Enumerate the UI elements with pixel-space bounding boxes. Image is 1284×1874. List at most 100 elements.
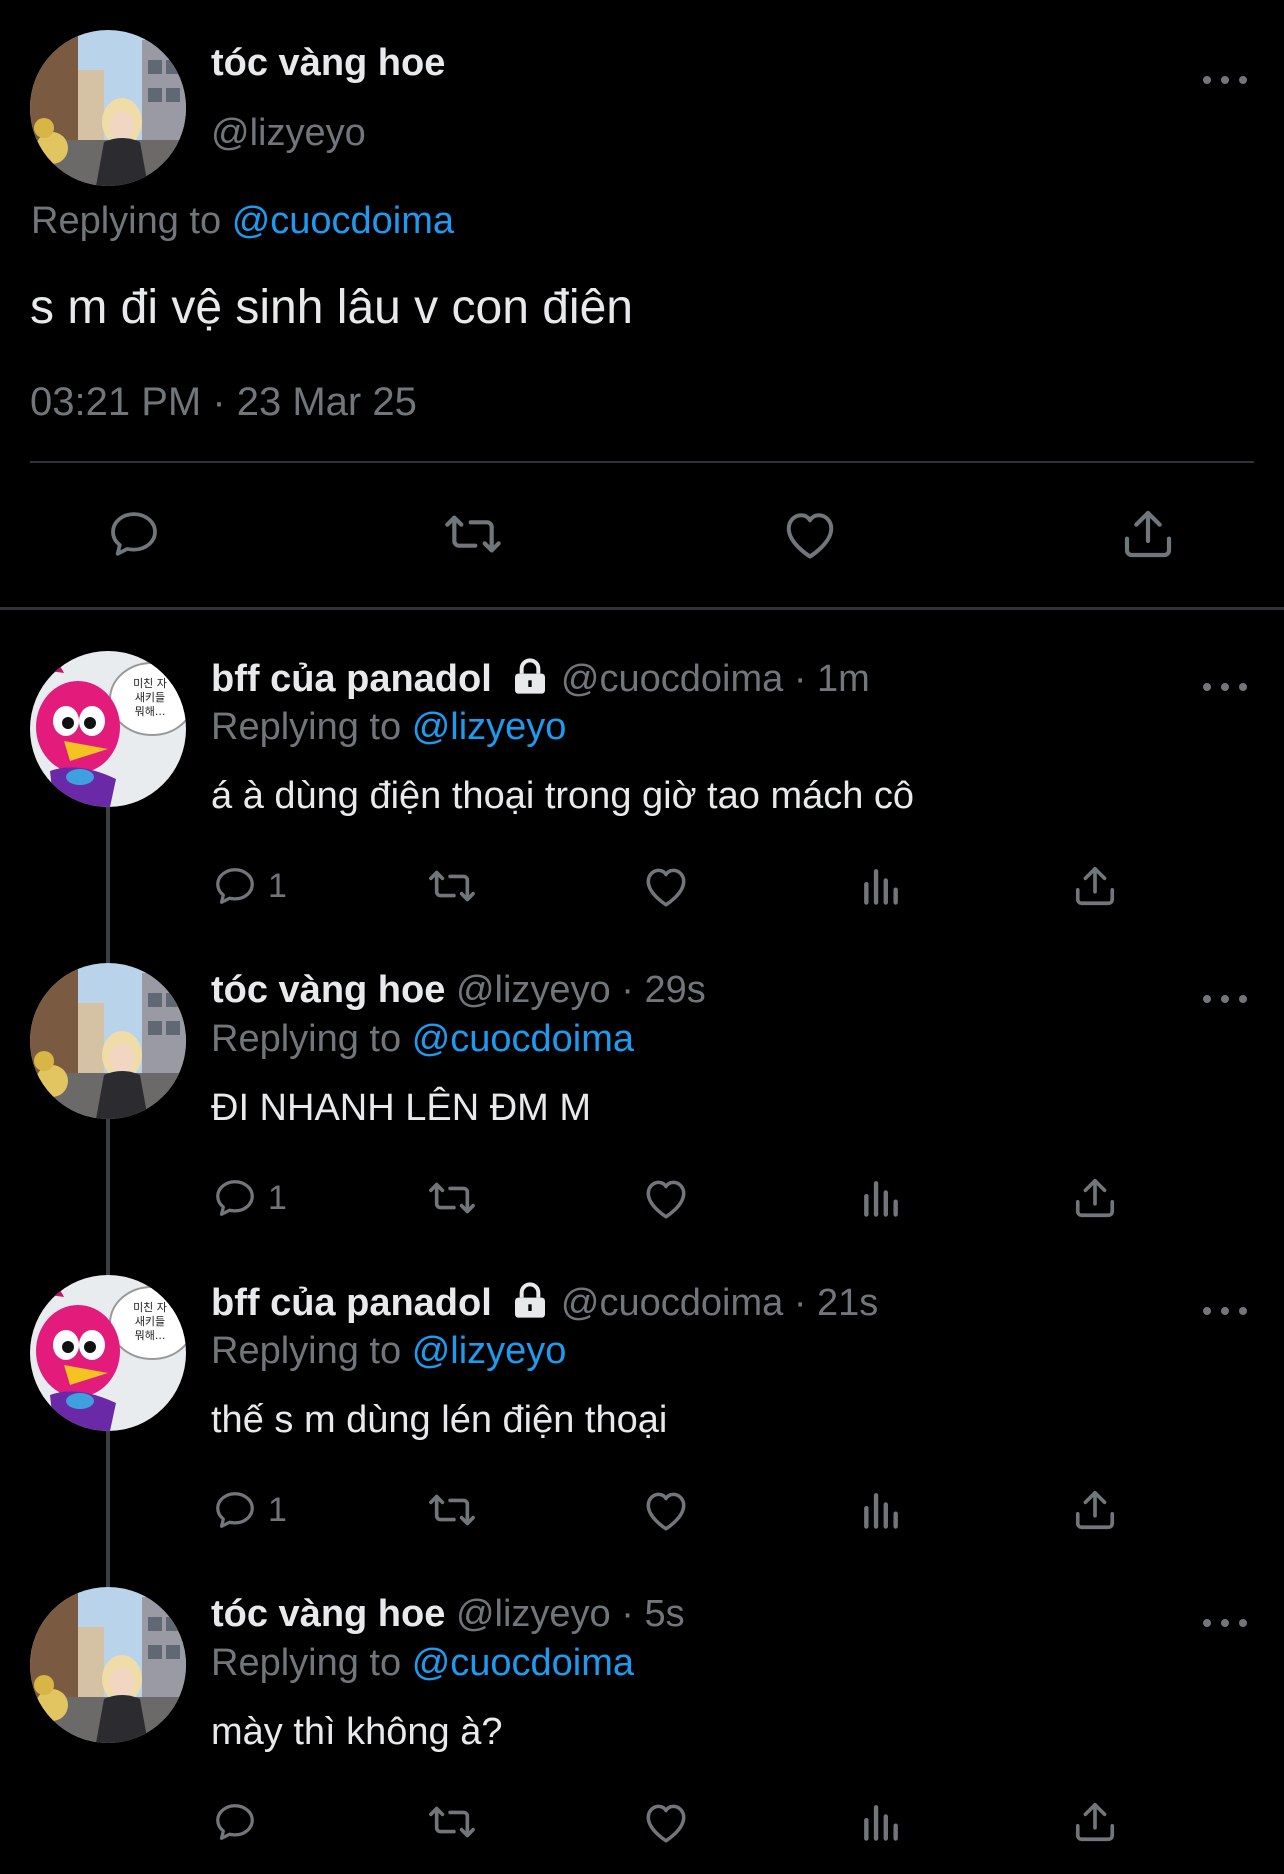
replying-to-link[interactable]: @lizyeyo bbox=[412, 706, 567, 748]
reply-like-button[interactable] bbox=[641, 1487, 691, 1533]
reply-replying-line: Replying to @cuocdoima bbox=[211, 1018, 634, 1061]
reply-avatar[interactable] bbox=[30, 1587, 186, 1743]
views-icon bbox=[864, 1181, 898, 1217]
reply-count: 1 bbox=[268, 1490, 287, 1529]
reply-views-button[interactable] bbox=[859, 1175, 903, 1221]
views-icon bbox=[864, 869, 898, 905]
share-icon bbox=[1075, 1178, 1115, 1218]
reply-reply-button[interactable]: 1 bbox=[212, 863, 287, 909]
reply-retweet-button[interactable] bbox=[424, 1799, 480, 1845]
reply-text: thế s m dùng lén điện thoại bbox=[211, 1399, 668, 1441]
blonde-girl-street-avatar-icon bbox=[30, 30, 186, 186]
reply-like-button[interactable] bbox=[641, 863, 691, 909]
reply-header: tóc vàng hoe @lizyeyo · 5s bbox=[211, 1593, 685, 1636]
pink-bird-avatar-icon: 미친 자 새키들 뭐해... bbox=[30, 1275, 186, 1431]
share-icon bbox=[1075, 866, 1115, 906]
reply-handle[interactable]: @lizyeyo bbox=[456, 1593, 611, 1635]
replying-to-link[interactable]: @lizyeyo bbox=[412, 1330, 567, 1372]
more-horizontal-icon bbox=[1203, 76, 1211, 84]
reply-tweet[interactable]: tóc vàng hoe @lizyeyo · 5s Replying to @… bbox=[0, 1587, 1284, 1874]
reply-replying-line: Replying to @lizyeyo bbox=[211, 706, 566, 749]
main-reply-button[interactable] bbox=[106, 506, 162, 562]
reply-icon bbox=[111, 512, 157, 556]
retweet-icon bbox=[445, 515, 501, 553]
replying-prefix: Replying to bbox=[31, 200, 222, 242]
reply-reply-button[interactable] bbox=[212, 1799, 268, 1845]
main-share-button[interactable] bbox=[1120, 506, 1176, 562]
reply-header: bff của panadol @cuocdoima · 1m bbox=[211, 657, 870, 701]
reply-header: bff của panadol @cuocdoima · 21s bbox=[211, 1281, 878, 1325]
main-avatar[interactable] bbox=[30, 30, 186, 186]
reply-like-button[interactable] bbox=[641, 1799, 691, 1845]
share-icon bbox=[1075, 1802, 1115, 1842]
reply-time[interactable]: · 5s bbox=[621, 1593, 684, 1635]
reply-handle[interactable]: @cuocdoima bbox=[561, 658, 783, 700]
reply-like-button[interactable] bbox=[641, 1175, 691, 1221]
reply-header: tóc vàng hoe @lizyeyo · 29s bbox=[211, 969, 706, 1012]
main-more-button[interactable] bbox=[1203, 70, 1247, 90]
svg-text:새키들: 새키들 bbox=[135, 1315, 165, 1328]
reply-handle[interactable]: @cuocdoima bbox=[561, 1282, 783, 1324]
lock-icon bbox=[515, 658, 546, 694]
replying-to-link[interactable]: @cuocdoima bbox=[412, 1642, 634, 1684]
reply-icon bbox=[216, 1804, 254, 1840]
views-icon bbox=[864, 1493, 898, 1529]
blonde-girl-street-avatar-icon bbox=[30, 1587, 186, 1743]
reply-display-name[interactable]: bff của panadol bbox=[211, 658, 492, 700]
replying-prefix: Replying to bbox=[211, 1330, 402, 1372]
protected-account-badge bbox=[510, 658, 550, 700]
replying-to-link[interactable]: @cuocdoima bbox=[232, 200, 454, 242]
main-timestamp[interactable]: 03:21 PM · 23 Mar 25 bbox=[30, 380, 417, 425]
main-handle[interactable]: @lizyeyo bbox=[211, 112, 366, 155]
reply-display-name[interactable]: bff của panadol bbox=[211, 1282, 492, 1324]
replying-prefix: Replying to bbox=[211, 1018, 402, 1060]
reply-reply-button[interactable]: 1 bbox=[212, 1175, 287, 1221]
svg-text:미친 자: 미친 자 bbox=[133, 677, 167, 690]
reply-replying-line: Replying to @lizyeyo bbox=[211, 1330, 566, 1373]
blonde-girl-street-avatar-icon bbox=[30, 963, 186, 1119]
reply-tweet[interactable]: tóc vàng hoe @lizyeyo · 29s Replying to … bbox=[0, 963, 1284, 1275]
section-divider bbox=[0, 607, 1284, 610]
reply-tweet[interactable]: 미친 자 새키들 뭐해... bff của panadol @cuocdoim… bbox=[0, 651, 1284, 963]
reply-share-button[interactable] bbox=[1072, 1799, 1118, 1845]
reply-text: á à dùng điện thoại trong giờ tao mách c… bbox=[211, 775, 915, 817]
replying-to-link[interactable]: @cuocdoima bbox=[412, 1018, 634, 1060]
reply-retweet-button[interactable] bbox=[424, 1175, 480, 1221]
share-icon bbox=[1124, 510, 1172, 558]
reply-time[interactable]: · 1m bbox=[794, 658, 870, 700]
reply-display-name[interactable]: tóc vàng hoe bbox=[211, 1593, 445, 1635]
reply-views-button[interactable] bbox=[859, 1487, 903, 1533]
reply-share-button[interactable] bbox=[1072, 863, 1118, 909]
svg-text:새키들: 새키들 bbox=[135, 691, 165, 704]
reply-retweet-button[interactable] bbox=[424, 1487, 480, 1533]
reply-more-button[interactable] bbox=[1203, 1613, 1247, 1633]
reply-views-button[interactable] bbox=[859, 863, 903, 909]
reply-views-button[interactable] bbox=[859, 1799, 903, 1845]
svg-text:뭐해...: 뭐해... bbox=[135, 1328, 166, 1342]
reply-reply-button[interactable]: 1 bbox=[212, 1487, 287, 1533]
main-display-name[interactable]: tóc vàng hoe bbox=[211, 42, 445, 85]
main-replying-line: Replying to @cuocdoima bbox=[31, 200, 454, 243]
reply-icon bbox=[216, 868, 254, 904]
main-retweet-button[interactable] bbox=[440, 506, 506, 562]
reply-more-button[interactable] bbox=[1203, 1301, 1247, 1321]
reply-tweet[interactable]: 미친 자 새키들 뭐해... bff của panadol @cuocdoim… bbox=[0, 1275, 1284, 1587]
reply-text: ĐI NHANH LÊN ĐM M bbox=[211, 1087, 592, 1129]
reply-share-button[interactable] bbox=[1072, 1175, 1118, 1221]
reply-avatar[interactable] bbox=[30, 963, 186, 1119]
more-horizontal-icon bbox=[1203, 1307, 1211, 1315]
reply-time[interactable]: · 21s bbox=[794, 1282, 878, 1324]
reply-avatar[interactable]: 미친 자 새키들 뭐해... bbox=[30, 651, 186, 807]
reply-avatar[interactable]: 미친 자 새키들 뭐해... bbox=[30, 1275, 186, 1431]
reply-time[interactable]: · 29s bbox=[621, 969, 705, 1011]
reply-icon bbox=[216, 1180, 254, 1216]
reply-retweet-button[interactable] bbox=[424, 863, 480, 909]
reply-share-button[interactable] bbox=[1072, 1487, 1118, 1533]
reply-handle[interactable]: @lizyeyo bbox=[456, 969, 611, 1011]
main-like-button[interactable] bbox=[780, 506, 840, 562]
reply-count: 1 bbox=[268, 1178, 287, 1217]
reply-more-button[interactable] bbox=[1203, 989, 1247, 1009]
reply-display-name[interactable]: tóc vàng hoe bbox=[211, 969, 445, 1011]
more-horizontal-icon bbox=[1203, 683, 1211, 691]
reply-more-button[interactable] bbox=[1203, 677, 1247, 697]
